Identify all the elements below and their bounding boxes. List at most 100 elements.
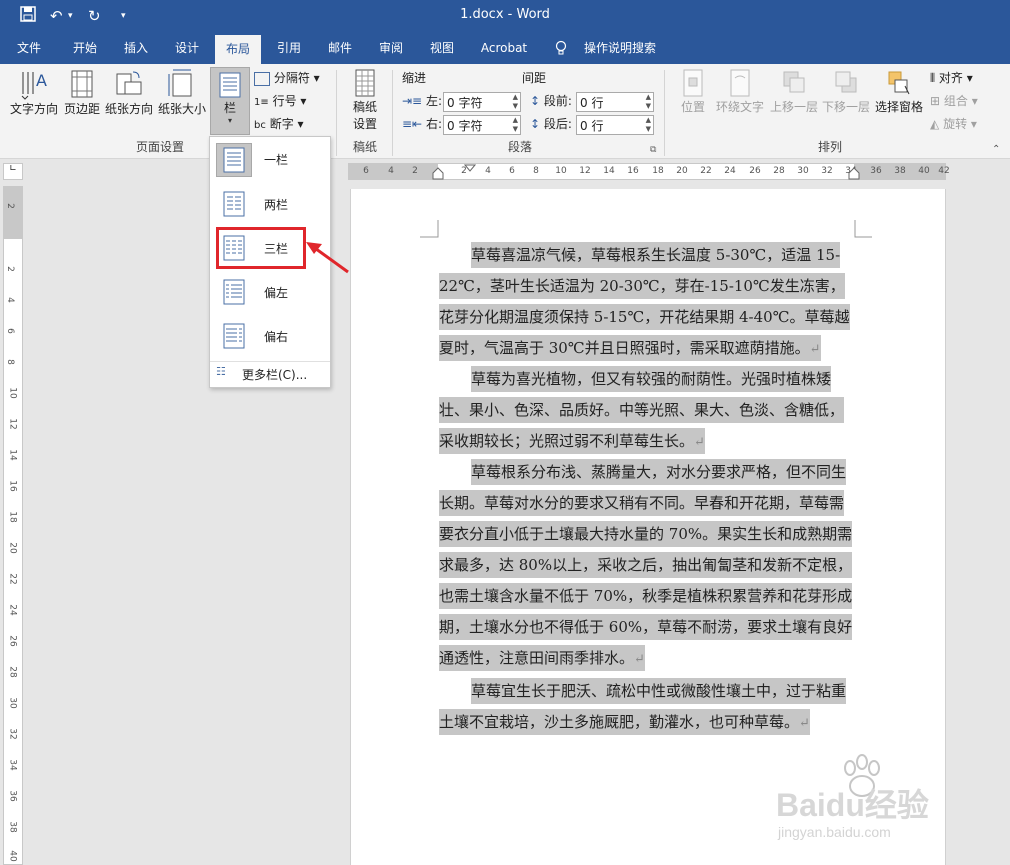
spin-arrows-icon[interactable]: ▲ ▼ (513, 116, 518, 134)
paragraph-text: 草莓宜生长于肥沃、疏松中性或微酸性壤土中，过于粘重土壤不宜栽培，沙土多施厩肥，勤… (439, 682, 847, 731)
tell-me-search[interactable]: 操作说明搜索 (578, 32, 662, 64)
annotation-arrow-icon (306, 242, 349, 274)
tab-home[interactable]: 开始 (62, 32, 108, 64)
size-button[interactable]: 纸张大小 (156, 68, 208, 117)
horizontal-ruler[interactable]: 6 4 2 2 4 6 8 10 12 14 16 18 20 22 24 26… (348, 163, 950, 180)
margin-corner-mark (854, 220, 872, 238)
menu-item-label: 更多栏(C)... (242, 368, 308, 382)
ruler-number: 22 (7, 573, 18, 585)
tab-selector[interactable]: ∟ (3, 163, 23, 180)
menu-item-right[interactable]: 偏右 (210, 316, 330, 356)
hyphenation-button[interactable]: bc 断字 ▾ (254, 114, 304, 134)
breaks-button[interactable]: 分隔符 ▾ (254, 68, 320, 88)
position-button[interactable]: 位置 (674, 68, 712, 115)
dialog-launcher-icon[interactable]: ⧉ (650, 140, 656, 160)
tab-review[interactable]: 审阅 (368, 32, 414, 64)
ruler-number: 40 (918, 166, 930, 176)
spacing-after-text: 段后: (543, 117, 572, 131)
menu-item-two-columns[interactable]: 两栏 (210, 184, 330, 224)
document-paragraph[interactable]: 草莓喜温凉气候，草莓根系生长温度 5-30℃，适温 15-22℃，茎叶生长适温为… (439, 240, 855, 365)
tab-view[interactable]: 视图 (419, 32, 465, 64)
indent-left-value: 0 字符 (447, 96, 483, 110)
ruler-number: 12 (7, 418, 18, 430)
manuscript-label-2: 设置 (352, 117, 377, 131)
arrange-group-label: 排列 (817, 140, 842, 154)
spin-arrows-icon[interactable]: ▲ ▼ (513, 93, 518, 111)
tab-acrobat[interactable]: Acrobat (472, 32, 536, 64)
ruler-number: 16 (627, 166, 639, 176)
wrap-text-label: 环绕文字 (715, 100, 764, 114)
spacing-before-icon: ↕ (530, 94, 541, 108)
ruler-number: 26 (7, 635, 18, 647)
menu-item-one-column[interactable]: 一栏 (210, 139, 330, 179)
right-indent-icon[interactable] (848, 164, 860, 180)
spin-arrows-icon[interactable]: ▲ ▼ (646, 93, 651, 111)
ruler-number: 40 (7, 850, 18, 862)
paragraph-text: 草莓为喜光植物，但又有较强的耐荫性。光强时植株矮壮、果小、色深、品质好。中等光照… (439, 370, 845, 450)
indent-left-input[interactable]: 0 字符 ▲ ▼ (443, 92, 521, 112)
spacing-heading: 间距 (522, 71, 547, 85)
spacing-after-icon: ↕ (530, 117, 541, 131)
breaks-icon (254, 71, 270, 86)
paragraph-mark: ↵ (809, 342, 821, 357)
spacing-before-value: 0 行 (580, 96, 604, 110)
margins-label: 页边距 (63, 102, 100, 116)
menu-item-more-columns[interactable]: ☷ 更多栏(C)... (210, 361, 330, 384)
lightbulb-icon (553, 32, 569, 64)
ribbon: A 文字方向 页边距 纸张方向 纸张大小 栏 ▾ 分隔符 ▾ 1≡ 行号 ▾ b… (0, 64, 1010, 159)
first-line-indent-icon[interactable] (464, 164, 476, 174)
hyphenation-icon: bc (254, 120, 266, 131)
tab-mailings[interactable]: 邮件 (317, 32, 363, 64)
spin-arrows-icon[interactable]: ▲ ▼ (646, 116, 651, 134)
send-backward-button[interactable]: 下移一层 (820, 68, 872, 115)
document-paragraph[interactable]: 草莓宜生长于肥沃、疏松中性或微酸性壤土中，过于粘重土壤不宜栽培，沙土多施厩肥，勤… (439, 676, 855, 739)
ruler-number: 34 (7, 759, 18, 771)
spacing-after-value: 0 行 (580, 119, 604, 133)
document-paragraph[interactable]: 草莓为喜光植物，但又有较强的耐荫性。光强时植株矮壮、果小、色深、品质好。中等光照… (439, 364, 855, 458)
ruler-number: 22 (700, 166, 712, 176)
margins-button[interactable]: 页边距 (62, 68, 102, 117)
ruler-number: 38 (894, 166, 906, 176)
group-separator (664, 70, 665, 156)
indent-right-input[interactable]: 0 字符 ▲ ▼ (443, 115, 521, 135)
bring-forward-button[interactable]: 上移一层 (768, 68, 820, 115)
collapse-ribbon-icon[interactable]: ⌃ (992, 140, 1000, 160)
menu-item-left[interactable]: 偏左 (210, 272, 330, 312)
tab-references[interactable]: 引用 (266, 32, 312, 64)
manuscript-settings-button[interactable]: 稿纸 设置 (344, 68, 386, 132)
spacing-before-input[interactable]: 0 行 ▲ ▼ (576, 92, 654, 112)
ruler-number: 4 (485, 166, 491, 176)
ruler-number: 18 (7, 511, 18, 523)
title-bar: ↶ ▾ ↻ ▾ 1.docx - Word (0, 0, 1010, 32)
selection-pane-button[interactable]: 选择窗格 (872, 68, 926, 115)
indent-right-value: 0 字符 (447, 119, 483, 133)
two-columns-icon (223, 191, 245, 217)
rotate-button[interactable]: ◭ 旋转 ▾ (930, 114, 977, 134)
svg-text:A: A (36, 71, 47, 90)
page-setup-group-label: 页面设置 (135, 140, 184, 154)
indent-right-icon: ≡⇤ (402, 117, 423, 131)
indent-marker-icon[interactable] (432, 164, 444, 180)
vertical-ruler[interactable]: 2 2 4 6 8 10 12 14 16 18 20 22 24 26 28 … (3, 186, 23, 865)
manuscript-group-label: 稿纸 (352, 140, 377, 154)
ruler-number: 36 (870, 166, 882, 176)
align-button[interactable]: ⫴ 对齐 ▾ (930, 68, 973, 88)
position-label: 位置 (680, 100, 705, 114)
menu-item-label: 两栏 (264, 198, 289, 212)
wrap-text-button[interactable]: 环绕文字 (714, 68, 766, 115)
tab-file[interactable]: 文件 (8, 32, 50, 64)
tab-layout[interactable]: 布局 (215, 35, 261, 64)
document-paragraph[interactable]: 草莓根系分布浅、蒸腾量大，对水分要求严格，但不同生长期。草莓对水分的要求又稍有不… (439, 457, 855, 675)
ruler-number: 4 (388, 166, 394, 176)
text-direction-button[interactable]: A 文字方向 (6, 68, 62, 117)
tab-insert[interactable]: 插入 (113, 32, 159, 64)
columns-button[interactable]: 栏 ▾ (210, 67, 250, 135)
orientation-button[interactable]: 纸张方向 (103, 68, 155, 117)
line-numbers-button[interactable]: 1≡ 行号 ▾ (254, 91, 306, 111)
spacing-after-input[interactable]: 0 行 ▲ ▼ (576, 115, 654, 135)
ruler-number: 24 (7, 604, 18, 616)
tab-design[interactable]: 设计 (164, 32, 210, 64)
paragraph-mark: ↵ (634, 652, 645, 667)
group-objects-button[interactable]: ⊞ 组合 ▾ (930, 91, 978, 111)
paragraph-group-label: 段落 (507, 140, 532, 154)
